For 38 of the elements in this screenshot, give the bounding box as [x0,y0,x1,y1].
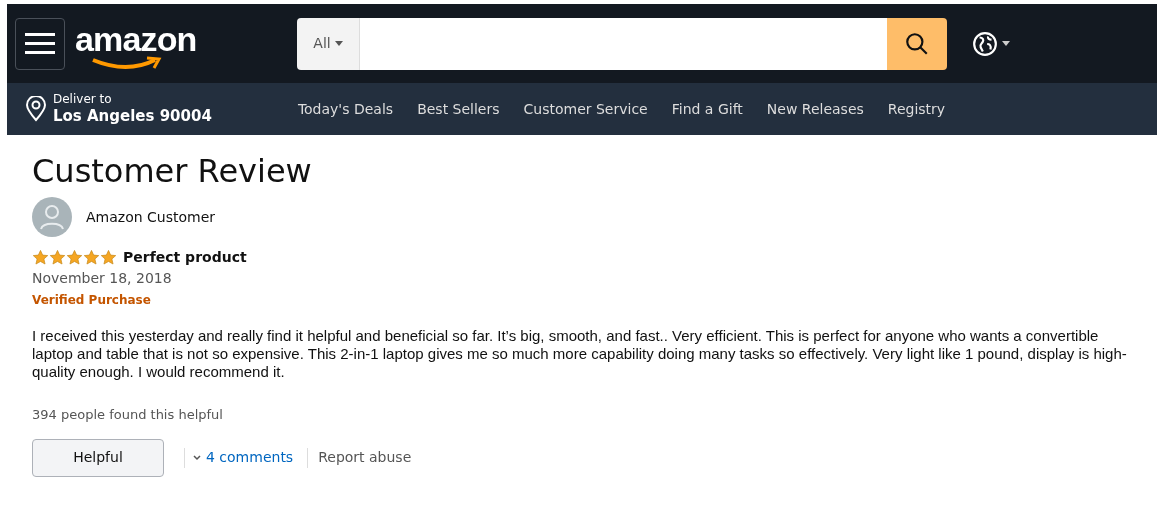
star-icon [100,249,117,266]
star-icon [83,249,100,266]
nav-link[interactable]: Today's Deals [297,98,394,120]
menu-button[interactable] [15,17,65,70]
comments-link[interactable]: 4 comments [193,447,294,468]
deliver-location: Los Angeles 90004 [53,107,212,126]
caret-icon [1002,41,1010,46]
category-dropdown[interactable]: All [297,17,360,70]
location-pin-icon [25,96,47,122]
nav-link[interactable]: Best Sellers [417,98,500,120]
helpful-button[interactable]: Helpful [32,438,164,477]
smile-arrow-icon [91,55,163,72]
review-date: November 18, 2018 [32,269,173,288]
star-icon [66,249,83,266]
page-heading: Customer Review [32,151,313,191]
star-icon [49,249,66,266]
logo[interactable]: amazon [69,13,199,74]
caret-icon [334,41,343,46]
nav-link[interactable]: Registry [887,98,946,120]
chevron-down-icon [193,454,201,461]
nav-link[interactable]: Find a Gift [671,98,743,120]
language-selector[interactable] [972,30,1010,57]
author-name[interactable]: Amazon Customer [86,206,216,228]
review-body: I received this yesterday and really find it helpful and beneficial so far. It’s big, smooth, and fast.. Very efficient. This is perfect for anyone who wants a convertible laptop and table that is not so expensive. This 2-in-1 laptop gives me so much more capability doing many tasks so effectively. Very light like 1 pound, display is high-quality enough. I would recommend it. [32,327,1128,381]
avatar-icon [32,197,72,237]
deliver-label: Deliver to [53,92,113,108]
search-field[interactable] [360,17,887,70]
helpful-count: 394 people found this helpful [32,406,224,424]
search-button[interactable] [887,17,947,70]
star-icon [32,249,49,266]
review-title[interactable]: Perfect product [123,247,247,268]
search-icon [904,30,930,57]
report-abuse-link[interactable]: Report abuse [318,447,412,468]
verified-purchase: Verified Purchase [32,292,152,309]
globe-icon [972,30,998,57]
nav-link[interactable]: New Releases [766,98,864,120]
nav-link[interactable]: Customer Service [523,98,648,120]
location-button[interactable]: Deliver to Los Angeles 90004 [25,92,212,126]
